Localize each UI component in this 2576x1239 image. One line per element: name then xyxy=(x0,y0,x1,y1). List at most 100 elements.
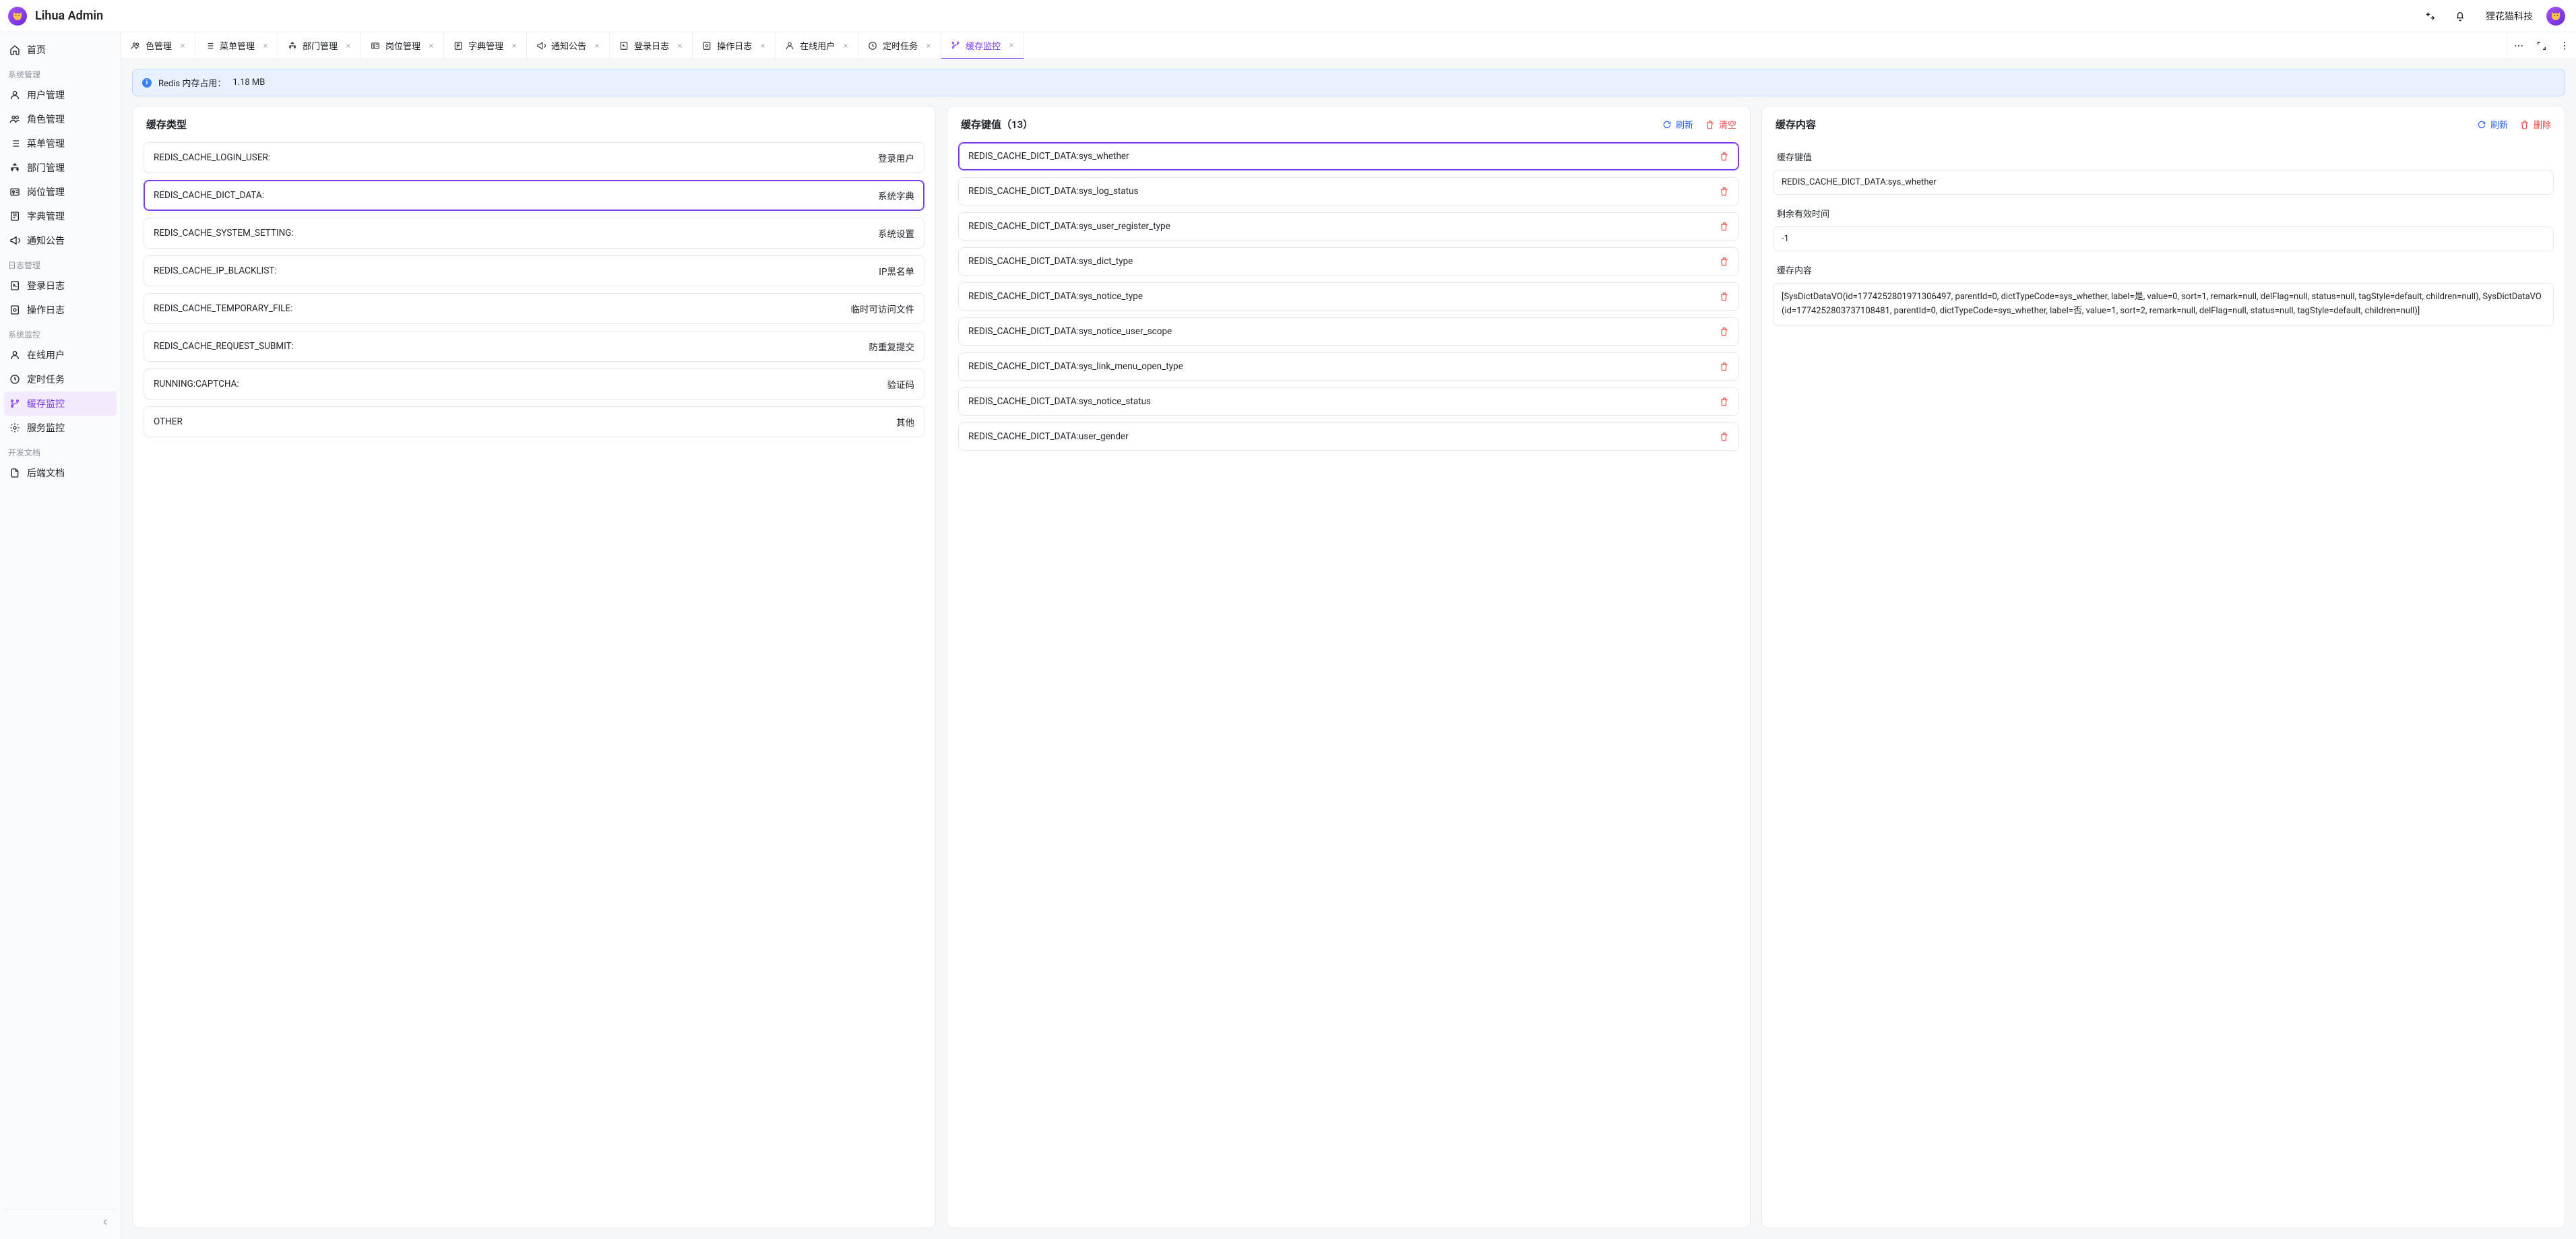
cache-key-row[interactable]: REDIS_CACHE_DICT_DATA:sys_log_status xyxy=(958,177,1739,205)
clear-keys-button[interactable]: 清空 xyxy=(1705,118,1736,131)
cache-key-row[interactable]: REDIS_CACHE_DICT_DATA:user_gender xyxy=(958,422,1739,451)
info-icon: i xyxy=(142,78,152,88)
trash-icon xyxy=(1720,222,1729,231)
tab-close-button[interactable] xyxy=(840,40,851,51)
sidebar-item-dict-mgmt[interactable]: 字典管理 xyxy=(4,204,117,228)
refresh-content-button[interactable]: 刷新 xyxy=(2477,118,2508,131)
refresh-keys-button[interactable]: 刷新 xyxy=(1662,118,1693,131)
cache-type-row[interactable]: REDIS_CACHE_DICT_DATA:系统字典 xyxy=(144,180,924,211)
tab-dict-mgmt[interactable]: 字典管理 xyxy=(444,32,527,59)
tab-notice[interactable]: 通知公告 xyxy=(527,32,610,59)
cache-type-row[interactable]: REDIS_CACHE_REQUEST_SUBMIT:防重复提交 xyxy=(144,331,924,362)
sidebar-group-title: 日志管理 xyxy=(4,253,117,274)
sidebar-item-label: 缓存监控 xyxy=(27,397,65,410)
fullscreen-toggle[interactable] xyxy=(2420,5,2441,27)
cache-type-row[interactable]: RUNNING:CAPTCHA:验证码 xyxy=(144,369,924,400)
cache-key-row[interactable]: REDIS_CACHE_DICT_DATA:sys_dict_type xyxy=(958,247,1739,276)
cache-type-row[interactable]: OTHER其他 xyxy=(144,406,924,437)
tab-close-button[interactable] xyxy=(1006,40,1017,51)
delete-key-button[interactable] xyxy=(1720,152,1729,161)
tabs-menu-button[interactable] xyxy=(2553,32,2576,59)
sidebar-item-cron[interactable]: 定时任务 xyxy=(4,367,117,391)
team-icon xyxy=(131,41,140,51)
cache-key-name: REDIS_CACHE_DICT_DATA:user_gender xyxy=(968,431,1711,442)
sidebar-item-label: 通知公告 xyxy=(27,234,65,247)
tab-role-mgmt[interactable]: 色管理 xyxy=(121,32,195,59)
org-name[interactable]: 狸花猫科技 xyxy=(2486,9,2533,23)
close-icon xyxy=(842,42,849,49)
tab-close-button[interactable] xyxy=(343,40,354,51)
avatar[interactable] xyxy=(2546,7,2565,26)
sidebar-item-label: 菜单管理 xyxy=(27,137,65,150)
delete-key-button[interactable] xyxy=(1720,362,1729,371)
tab-login-log[interactable]: 登录日志 xyxy=(610,32,693,59)
sidebar-item-label: 字典管理 xyxy=(27,210,65,223)
cache-type-key: OTHER xyxy=(154,416,888,427)
tab-close-button[interactable] xyxy=(260,40,271,51)
content: 色管理菜单管理部门管理岗位管理字典管理通知公告登录日志操作日志在线用户定时任务缓… xyxy=(121,32,2576,1239)
tab-op-log[interactable]: 操作日志 xyxy=(693,32,776,59)
tab-close-button[interactable] xyxy=(757,40,768,51)
tab-post-mgmt[interactable]: 岗位管理 xyxy=(361,32,444,59)
tab-close-button[interactable] xyxy=(923,40,934,51)
sidebar-item-menu-mgmt[interactable]: 菜单管理 xyxy=(4,131,117,156)
sidebar-item-home[interactable]: 首页 xyxy=(4,38,117,62)
sidebar-item-role-mgmt[interactable]: 角色管理 xyxy=(4,107,117,131)
sidebar-item-post-mgmt[interactable]: 岗位管理 xyxy=(4,180,117,204)
delete-key-button[interactable] xyxy=(1720,257,1729,266)
cache-key-row[interactable]: REDIS_CACHE_DICT_DATA:sys_notice_user_sc… xyxy=(958,317,1739,346)
cache-key-row[interactable]: REDIS_CACHE_DICT_DATA:sys_whether xyxy=(958,142,1739,170)
delete-key-button[interactable] xyxy=(1720,222,1729,231)
delete-key-button[interactable] xyxy=(1720,397,1729,406)
tab-close-button[interactable] xyxy=(509,40,520,51)
cache-type-row[interactable]: REDIS_CACHE_SYSTEM_SETTING:系统设置 xyxy=(144,218,924,249)
tab-close-button[interactable] xyxy=(592,40,602,51)
cache-key-row[interactable]: REDIS_CACHE_DICT_DATA:sys_user_register_… xyxy=(958,212,1739,241)
org-icon xyxy=(9,162,20,173)
tab-cache[interactable]: 缓存监控 xyxy=(941,32,1024,59)
cache-type-desc: 系统设置 xyxy=(878,226,914,240)
sidebar: 首页系统管理用户管理角色管理菜单管理部门管理岗位管理字典管理通知公告日志管理登录… xyxy=(0,32,121,1239)
cache-type-row[interactable]: REDIS_CACHE_LOGIN_USER:登录用户 xyxy=(144,142,924,173)
sidebar-item-user-mgmt[interactable]: 用户管理 xyxy=(4,83,117,107)
tab-close-button[interactable] xyxy=(674,40,685,51)
redis-memory-alert: i Redis 内存占用： 1.18 MB xyxy=(132,69,2565,96)
tabs-more-button[interactable] xyxy=(2507,32,2530,59)
cache-type-row[interactable]: REDIS_CACHE_IP_BLACKLIST:IP黑名单 xyxy=(144,255,924,286)
sidebar-item-login-log[interactable]: 登录日志 xyxy=(4,274,117,298)
delete-key-button[interactable] xyxy=(1720,327,1729,336)
delete-content-button[interactable]: 删除 xyxy=(2520,118,2551,131)
sidebar-item-label: 用户管理 xyxy=(27,88,65,102)
delete-key-button[interactable] xyxy=(1720,187,1729,196)
tab-close-button[interactable] xyxy=(426,40,437,51)
cache-key-row[interactable]: REDIS_CACHE_DICT_DATA:sys_link_menu_open… xyxy=(958,352,1739,381)
setting-icon xyxy=(702,41,712,51)
close-icon xyxy=(428,42,435,49)
log-icon xyxy=(9,280,20,291)
tab-online[interactable]: 在线用户 xyxy=(776,32,858,59)
cache-types-title: 缓存类型 xyxy=(146,117,187,131)
sidebar-item-cache[interactable]: 缓存监控 xyxy=(4,391,117,416)
sidebar-collapse[interactable] xyxy=(4,1209,117,1234)
sidebar-item-notice[interactable]: 通知公告 xyxy=(4,228,117,253)
tab-dept-mgmt[interactable]: 部门管理 xyxy=(278,32,361,59)
tabs-fullscreen-button[interactable] xyxy=(2530,32,2553,59)
sidebar-item-op-log[interactable]: 操作日志 xyxy=(4,298,117,322)
sidebar-item-backend-doc[interactable]: 后端文档 xyxy=(4,461,117,485)
cache-key-row[interactable]: REDIS_CACHE_DICT_DATA:sys_notice_type xyxy=(958,282,1739,311)
sidebar-item-online[interactable]: 在线用户 xyxy=(4,343,117,367)
tab-close-button[interactable] xyxy=(177,40,188,51)
tab-menu-mgmt[interactable]: 菜单管理 xyxy=(195,32,278,59)
cache-type-row[interactable]: REDIS_CACHE_TEMPORARY_FILE:临时可访问文件 xyxy=(144,293,924,324)
list-icon xyxy=(205,41,214,51)
user-icon xyxy=(9,350,20,360)
delete-key-button[interactable] xyxy=(1720,432,1729,441)
tab-label: 通知公告 xyxy=(551,39,586,52)
cache-key-row[interactable]: REDIS_CACHE_DICT_DATA:sys_notice_status xyxy=(958,387,1739,416)
sidebar-item-server[interactable]: 服务监控 xyxy=(4,416,117,440)
delete-key-button[interactable] xyxy=(1720,292,1729,301)
cat-icon xyxy=(2550,10,2562,22)
tab-cron[interactable]: 定时任务 xyxy=(858,32,941,59)
notifications-button[interactable] xyxy=(2449,5,2471,27)
sidebar-item-dept-mgmt[interactable]: 部门管理 xyxy=(4,156,117,180)
